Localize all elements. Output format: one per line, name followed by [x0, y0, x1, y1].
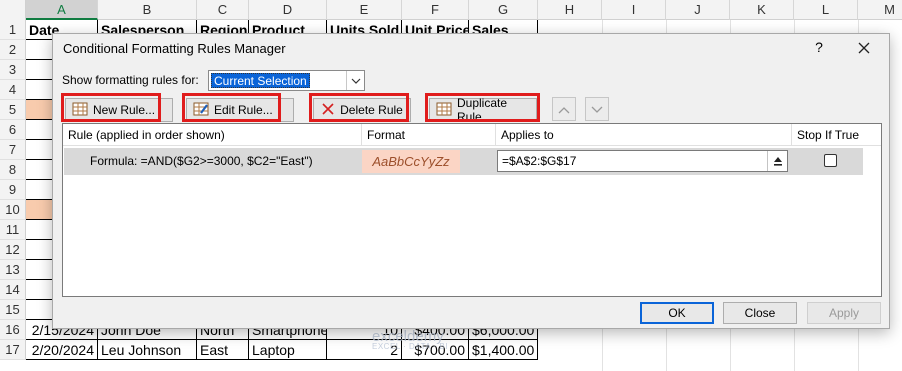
row-header-3[interactable]: 3: [0, 60, 26, 80]
delete-rule-button[interactable]: Delete Rule: [313, 98, 411, 122]
help-button[interactable]: ?: [811, 39, 827, 57]
column-header-c[interactable]: C: [197, 0, 249, 20]
rule-formula: Formula: =AND($G2>=3000, $C2="East"): [90, 154, 313, 168]
duplicate-rule-label: Duplicate Rule: [457, 96, 508, 124]
rules-list[interactable]: Rule (applied in order shown) Format App…: [62, 123, 882, 297]
column-header-h[interactable]: H: [538, 0, 602, 20]
row-header-7[interactable]: 7: [0, 140, 26, 160]
row-header-12[interactable]: 12: [0, 240, 26, 260]
new-rule-label: New Rule...: [93, 103, 156, 117]
move-down-button[interactable]: [585, 97, 609, 121]
conditional-formatting-rules-manager-dialog: Conditional Formatting Rules Manager ? S…: [52, 33, 890, 329]
column-header-j[interactable]: J: [666, 0, 730, 20]
delete-icon: [321, 102, 335, 119]
chevron-up-icon: [558, 102, 570, 117]
rules-list-header: Rule (applied in order shown) Format App…: [63, 124, 881, 146]
column-header-g[interactable]: G: [469, 0, 538, 20]
row-header-11[interactable]: 11: [0, 220, 26, 240]
row-header-13[interactable]: 13: [0, 260, 26, 280]
column-header-k[interactable]: K: [730, 0, 794, 20]
column-header-b[interactable]: B: [98, 0, 197, 20]
chevron-down-icon: [591, 102, 603, 117]
close-icon[interactable]: [853, 37, 875, 59]
ok-button[interactable]: OK: [640, 302, 714, 324]
edit-rule-label: Edit Rule...: [214, 103, 273, 117]
row-header-1[interactable]: 1: [0, 20, 26, 40]
column-header-m[interactable]: M: [858, 0, 902, 20]
delete-rule-label: Delete Rule: [340, 103, 403, 117]
dialog-title: Conditional Formatting Rules Manager: [63, 41, 286, 56]
chevron-down-icon[interactable]: [346, 71, 364, 90]
column-format: Format: [362, 124, 496, 146]
move-up-button[interactable]: [552, 97, 576, 121]
duplicate-rule-icon: [436, 102, 452, 119]
collapse-dialog-icon[interactable]: [767, 151, 787, 171]
row-header-17[interactable]: 17: [0, 340, 26, 360]
column-applies-to: Applies to: [496, 124, 792, 146]
row17-region[interactable]: East: [197, 340, 249, 360]
edit-rule-button[interactable]: Edit Rule...: [186, 98, 294, 122]
edit-rule-icon: [193, 102, 209, 119]
new-rule-icon: [72, 102, 88, 119]
watermark: exceldemy EXCEL · DATA · BI: [372, 328, 448, 351]
show-rules-for-value: Current Selection: [211, 73, 310, 88]
row-header-14[interactable]: 14: [0, 280, 26, 300]
select-all-corner[interactable]: [0, 0, 26, 20]
dialog-titlebar[interactable]: Conditional Formatting Rules Manager ?: [53, 34, 889, 62]
row-header-5[interactable]: 5: [0, 100, 26, 120]
row-header-6[interactable]: 6: [0, 120, 26, 140]
new-rule-button[interactable]: New Rule...: [65, 98, 173, 122]
column-stop-if-true: Stop If True: [797, 128, 860, 142]
row-header-16[interactable]: 16: [0, 320, 26, 340]
column-header-l[interactable]: L: [794, 0, 858, 20]
show-rules-for-label: Show formatting rules for:: [62, 73, 199, 87]
column-rule: Rule (applied in order shown): [63, 124, 362, 146]
apply-button[interactable]: Apply: [807, 302, 881, 324]
row-header-8[interactable]: 8: [0, 160, 26, 180]
applies-to-value: =$A$2:$G$17: [502, 154, 577, 168]
column-header-d[interactable]: D: [249, 0, 327, 20]
row-header-4[interactable]: 4: [0, 80, 26, 100]
row17-sales[interactable]: $1,400.00: [469, 340, 538, 360]
column-header-e[interactable]: E: [327, 0, 402, 20]
column-header-i[interactable]: I: [602, 0, 666, 20]
rule-row[interactable]: Formula: =AND($G2>=3000, $C2="East") AaB…: [64, 148, 863, 175]
row17-salesperson[interactable]: Leu Johnson: [98, 340, 197, 360]
watermark-tagline: EXCEL · DATA · BI: [372, 342, 448, 351]
applies-to-field[interactable]: =$A$2:$G$17: [497, 150, 788, 172]
row17-date[interactable]: 2/20/2024: [26, 340, 98, 360]
row-header-10[interactable]: 10: [0, 200, 26, 220]
close-button[interactable]: Close: [723, 302, 797, 324]
row-header-15[interactable]: 15: [0, 300, 26, 320]
show-rules-for-dropdown[interactable]: Current Selection: [208, 70, 365, 91]
format-preview: AaBbCcYyZz: [362, 150, 460, 173]
stop-if-true-checkbox[interactable]: [824, 154, 837, 167]
column-header-a[interactable]: A: [26, 0, 98, 20]
row-header-2[interactable]: 2: [0, 40, 26, 60]
column-header-f[interactable]: F: [402, 0, 469, 20]
duplicate-rule-button[interactable]: Duplicate Rule: [429, 96, 537, 124]
row-header-9[interactable]: 9: [0, 180, 26, 200]
row17-product[interactable]: Laptop: [249, 340, 327, 360]
